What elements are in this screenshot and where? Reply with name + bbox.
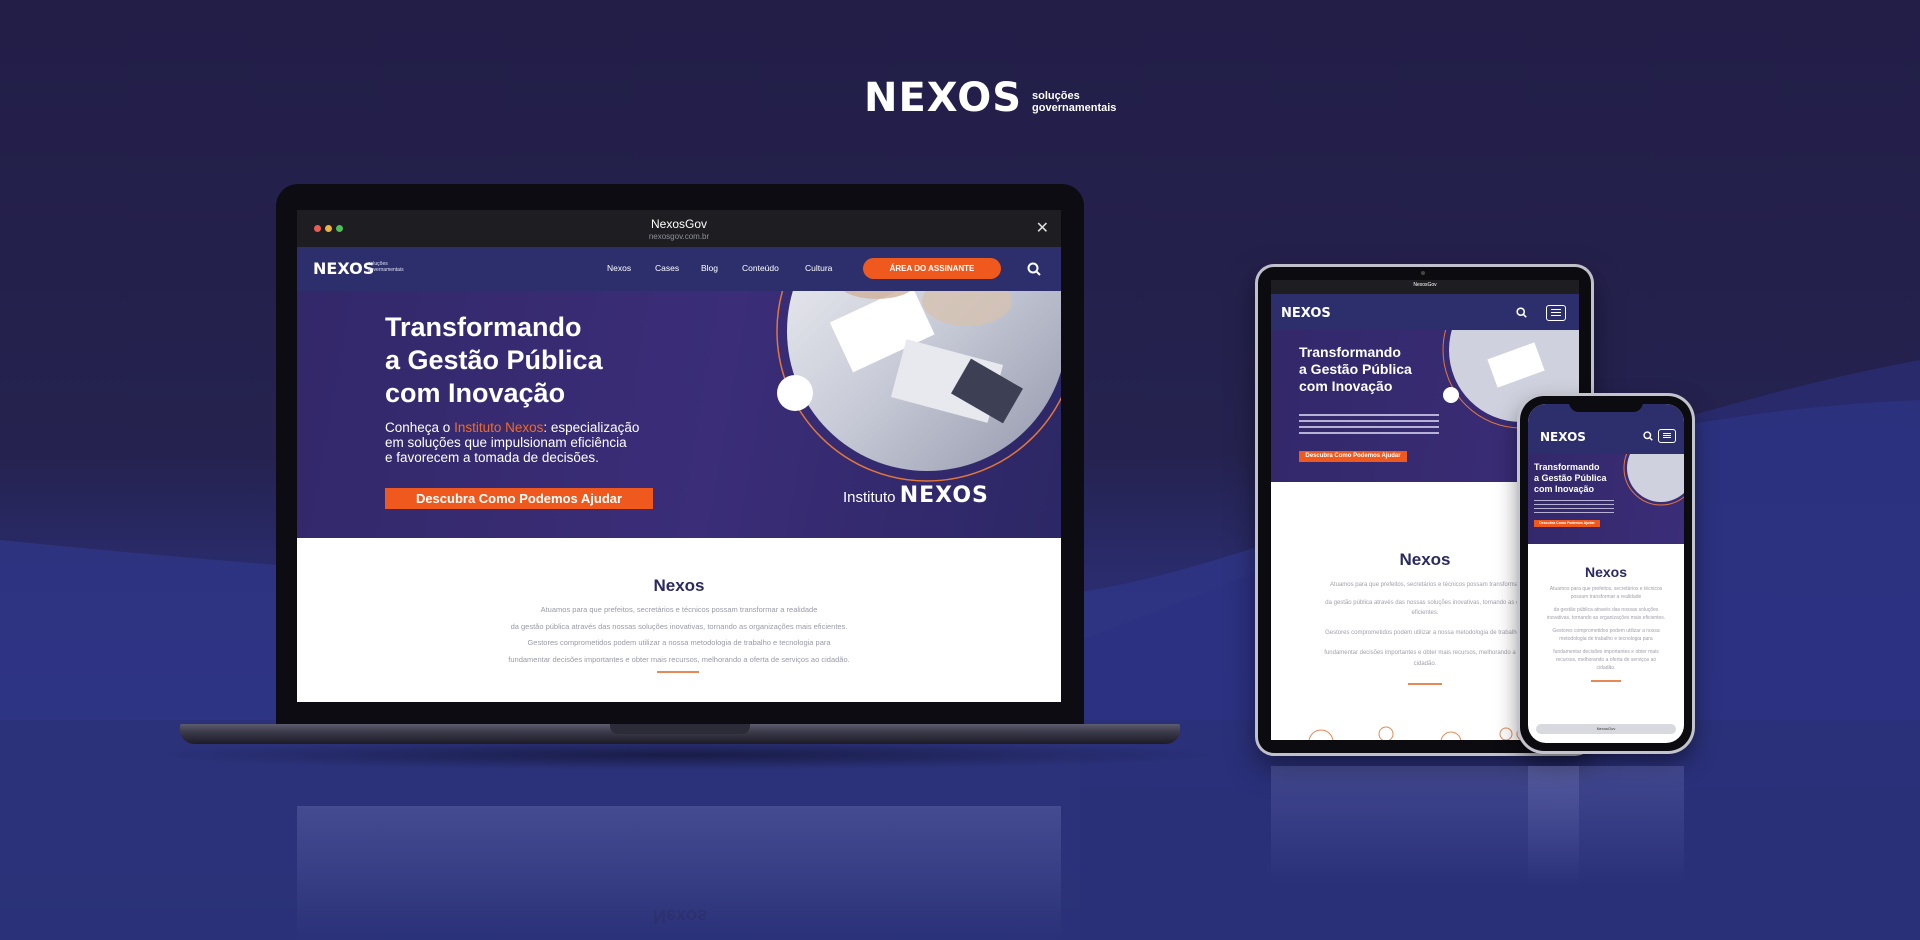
tablet-about-divider <box>1408 683 1442 685</box>
phone-hero-button[interactable]: Descubra Como Podemos Ajudar <box>1534 520 1600 527</box>
about-heading: Nexos <box>653 576 705 595</box>
laptop-notch <box>610 724 750 734</box>
close-icon[interactable]: ✕ <box>1036 218 1049 238</box>
tablet-hero-line1: Transformando <box>1299 344 1401 360</box>
phone-hero-line1: Transformando <box>1534 462 1600 472</box>
tablet-hero-line3: com Inovação <box>1299 378 1393 394</box>
hero-institute-link[interactable]: Instituto Nexos <box>454 420 543 435</box>
phone-notch <box>1569 400 1643 412</box>
phone-about-line-6: metodologia de trabalho e tecnologia par… <box>1559 636 1653 642</box>
phone-about-line-8: recursos, melhorando a oferta de serviço… <box>1555 657 1657 663</box>
phone-about-divider <box>1591 680 1621 682</box>
phone-hero-line3: com Inovação <box>1534 484 1595 494</box>
phone-about-line-5: Gestores comprometidos podem utilizar a … <box>1552 628 1660 634</box>
phone-about-line-3: da gestão pública através das nossas sol… <box>1553 607 1659 613</box>
hero-title: Transformando a Gestão Pública com Inova… <box>385 311 603 410</box>
search-icon[interactable] <box>1027 262 1041 276</box>
phone-screen: NEXOS Transformando a Gestão Pública com… <box>1528 404 1684 743</box>
hero-subtitle-line3: e favorecem a tomada de decisões. <box>385 450 599 465</box>
hero-subtitle-pre: Conheça o <box>385 420 455 435</box>
brand-wordmark: NEXOS <box>864 75 1023 121</box>
nav-link-blog[interactable]: Blog <box>701 263 718 273</box>
search-icon[interactable] <box>1643 431 1653 441</box>
brand-tagline: soluções governamentais <box>1032 90 1116 118</box>
phone-about-line-1: Atuamos para que prefeitos, secretários … <box>1549 586 1663 592</box>
phone-about-line-4: inovativas, tornando as organizações mai… <box>1546 615 1666 621</box>
tablet-browser-title: NexosGov <box>1413 282 1437 288</box>
laptop-reflection-text: Nexos <box>652 906 708 926</box>
tablet-hero-subtitle <box>1299 414 1439 436</box>
about-line-1: Atuamos para que prefeitos, secretários … <box>540 605 818 614</box>
phone-about-heading: Nexos <box>1584 564 1628 580</box>
tablet-logo[interactable]: NEXOS <box>1281 306 1331 321</box>
browser-title: NexosGov <box>650 217 708 231</box>
menu-icon[interactable] <box>1546 305 1566 321</box>
browser-titlebar: NexosGov nexosgov.com.br ✕ <box>297 210 1061 247</box>
hero-banner: Transformando a Gestão Pública com Inova… <box>297 291 1061 538</box>
menu-icon[interactable] <box>1658 429 1676 443</box>
institute-logo: Instituto NEXOS <box>843 483 989 508</box>
hero-subtitle: Conheça o Instituto Nexos: especializaçã… <box>385 420 715 465</box>
about-section: Nexos Atuamos para que prefeitos, secret… <box>297 538 1061 702</box>
laptop-screen: NexosGov nexosgov.com.br ✕ NEXOS soluçõe… <box>297 210 1061 702</box>
phone-hero-photo <box>1623 454 1684 506</box>
phone-about-line-7: fundamentar decisões importantes e obter… <box>1553 649 1659 655</box>
phone-reflection <box>1528 766 1684 886</box>
about-line-3: Gestores comprometidos podem utilizar a … <box>527 638 831 647</box>
phone-about-line-2: possam transformar a realidade <box>1570 594 1642 600</box>
nav-link-cases[interactable]: Cases <box>655 263 679 273</box>
hero-subtitle-post: : especialização <box>543 420 640 435</box>
institute-name: NEXOS <box>899 483 989 508</box>
tablet-browser-bar: NexosGov <box>1271 280 1579 294</box>
hero-cta-button[interactable]: Descubra Como Podemos Ajudar <box>385 488 653 509</box>
phone-url-bar[interactable]: NexosGov <box>1536 724 1676 734</box>
hero-title-line3: com Inovação <box>385 378 566 408</box>
institute-prefix: Instituto <box>843 489 896 506</box>
nav-link-cultura[interactable]: Cultura <box>805 263 832 273</box>
nav-link-conteudo[interactable]: Conteúdo <box>742 263 779 273</box>
about-divider <box>657 671 699 673</box>
phone-hero: Transformando a Gestão Pública com Inova… <box>1528 454 1684 544</box>
about-line-2: da gestão pública através das nossas sol… <box>510 622 848 631</box>
phone-logo[interactable]: NEXOS <box>1540 430 1586 444</box>
search-icon[interactable] <box>1516 307 1527 318</box>
phone-hero-subtitle <box>1534 500 1614 514</box>
brand-tagline-line1: soluções <box>1032 90 1080 102</box>
hero-title-line2: a Gestão Pública <box>385 345 603 375</box>
browser-url[interactable]: nexosgov.com.br <box>297 232 1061 241</box>
laptop-shadow <box>140 740 1220 770</box>
subscriber-area-button[interactable]: ÁREA DO ASSINANTE <box>863 258 1001 279</box>
brand-logo: NEXOS soluções governamentais <box>864 78 1116 118</box>
hero-title-line1: Transformando <box>385 312 582 342</box>
site-logo-tagline: soluções governamentais <box>368 261 404 273</box>
phone-about-line-9: cidadão. <box>1596 665 1616 671</box>
phone-hero-line2: a Gestão Pública <box>1534 473 1607 483</box>
hero-subtitle-line2: em soluções que impulsionam eficiência <box>385 435 627 450</box>
site-navbar: NEXOS soluções governamentais Nexos Case… <box>297 247 1061 291</box>
site-logo[interactable]: NEXOS <box>313 259 374 278</box>
tablet-navbar: NEXOS <box>1271 294 1579 330</box>
tablet-hero-line2: a Gestão Pública <box>1299 361 1412 377</box>
nav-link-nexos[interactable]: Nexos <box>607 263 631 273</box>
brand-tagline-line2: governamentais <box>1032 102 1117 114</box>
site-logo-tagline-line2: governamentais <box>368 267 404 273</box>
tablet-hero-title: Transformando a Gestão Pública com Inova… <box>1299 344 1412 395</box>
tablet-camera <box>1421 271 1425 275</box>
tablet-hero-button[interactable]: Descubra Como Podemos Ajudar <box>1299 451 1407 462</box>
phone-hero-title: Transformando a Gestão Pública com Inova… <box>1534 462 1607 495</box>
about-line-4: fundamentar decisões importantes e obter… <box>508 655 850 664</box>
